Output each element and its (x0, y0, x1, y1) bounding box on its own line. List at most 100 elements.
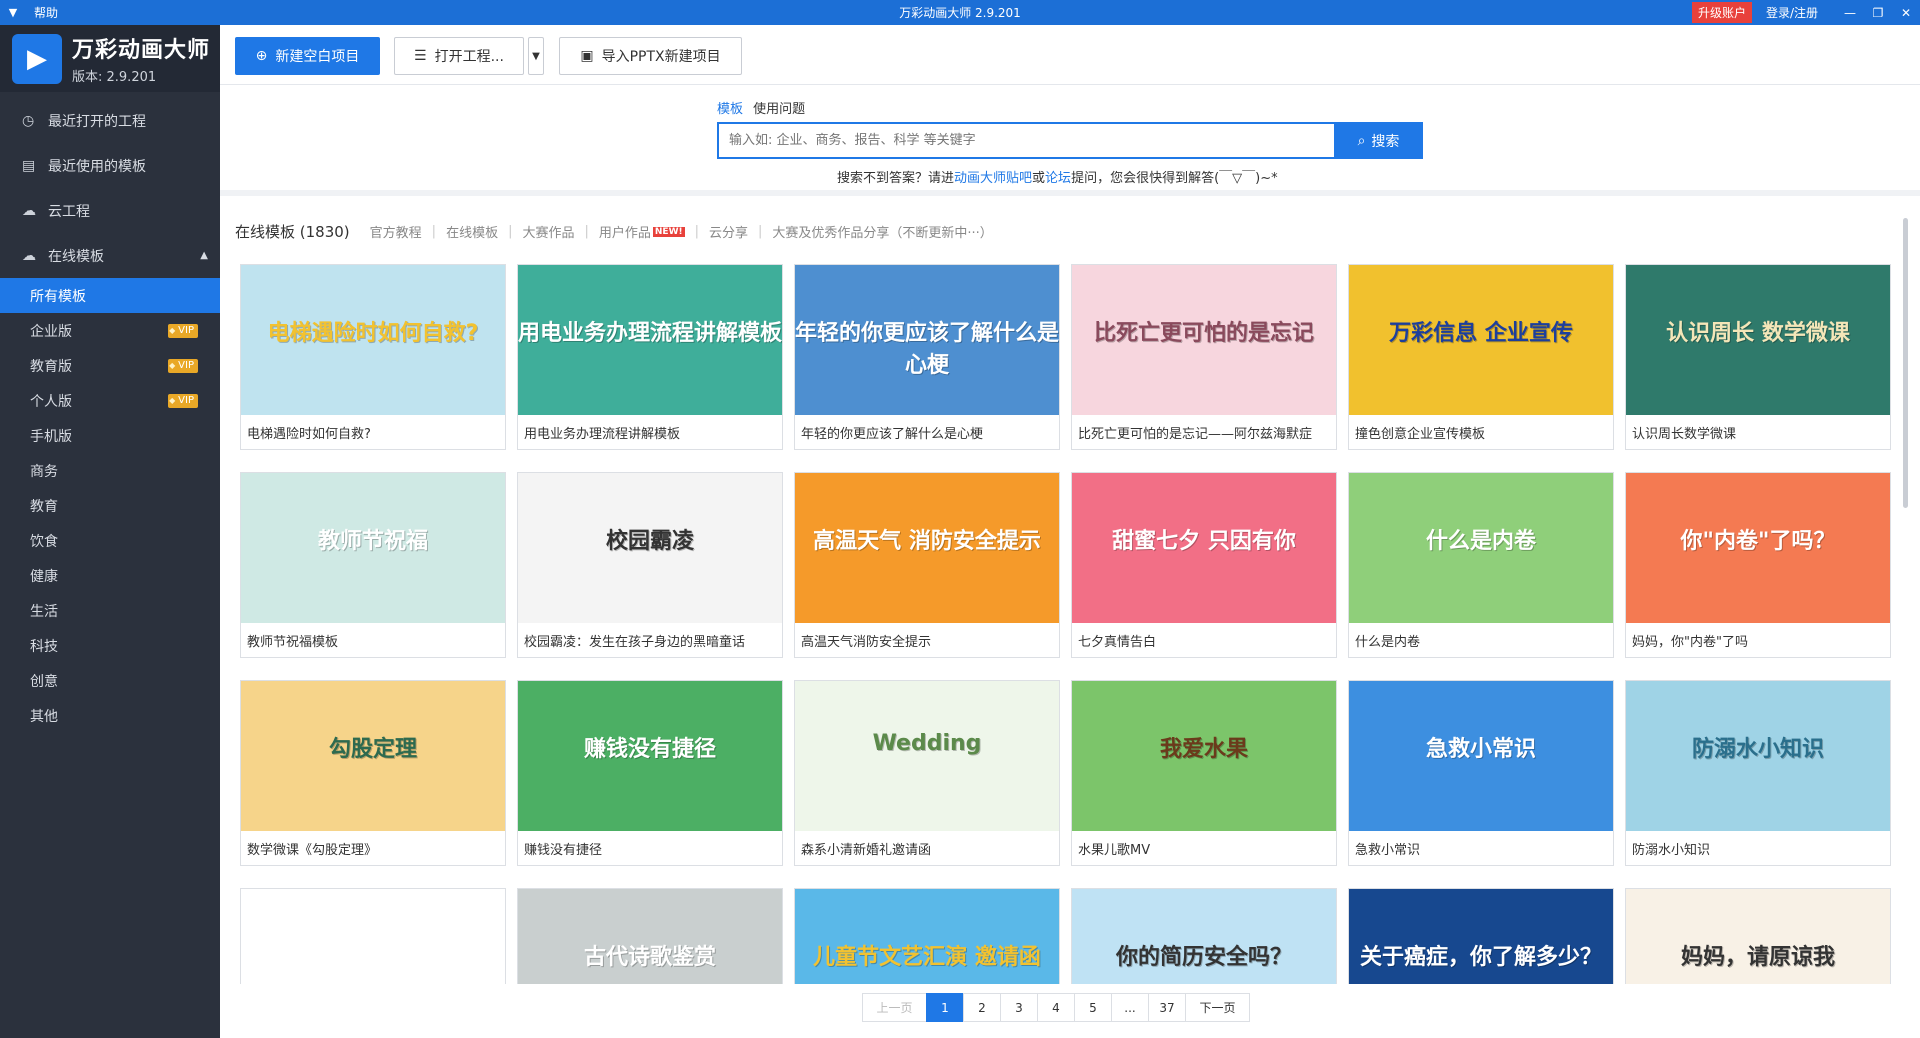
template-thumbnail[interactable]: 古代诗歌鉴赏 (518, 889, 782, 984)
minimize-icon[interactable]: — (1836, 6, 1864, 20)
tieba-link[interactable]: 动画大师贴吧 (954, 171, 1032, 186)
sidebar-subitem-education[interactable]: 教育 (0, 488, 220, 523)
import-pptx-button[interactable]: ▣ 导入PPTX新建项目 (559, 37, 742, 75)
template-thumbnail[interactable]: 年轻的你更应该了解什么是心梗 (795, 265, 1059, 415)
search-input[interactable] (717, 122, 1334, 159)
open-project-button[interactable]: ☰ 打开工程... (394, 37, 524, 75)
search-tab-template[interactable]: 模板 (717, 102, 743, 117)
next-page-button[interactable]: 下一页 (1185, 993, 1250, 1022)
sidebar-subitem-food[interactable]: 饮食 (0, 523, 220, 558)
page-button[interactable]: 3 (1000, 993, 1038, 1022)
template-card[interactable]: 用电业务办理流程讲解模板 用电业务办理流程讲解模板 (517, 264, 783, 450)
template-thumbnail[interactable] (241, 889, 505, 984)
template-card[interactable]: 比死亡更可怕的是忘记 比死亡更可怕的是忘记——阿尔兹海默症 (1071, 264, 1337, 450)
sidebar-subitem-business[interactable]: 商务 (0, 453, 220, 488)
sidebar-subitem-health[interactable]: 健康 (0, 558, 220, 593)
search-button[interactable]: ⌕ 搜索 (1334, 122, 1423, 159)
template-card[interactable]: 防溺水小知识 防溺水小知识 (1625, 680, 1891, 866)
sidebar-subitem-education-edition[interactable]: 教育版 VIP (0, 348, 220, 383)
scrollbar[interactable] (1903, 218, 1908, 508)
tab-online-templates-count[interactable]: 在线模板 (1830) (235, 221, 350, 242)
template-thumbnail[interactable]: 比死亡更可怕的是忘记 (1072, 265, 1336, 415)
template-thumbnail[interactable]: 电梯遇险时如何自救? (241, 265, 505, 415)
sidebar-item-online-templates[interactable]: ☁ 在线模板 ▲ (0, 233, 220, 278)
thumbnail-title: 古代诗歌鉴赏 (583, 945, 716, 970)
tab-cloud-share[interactable]: 云分享 (709, 222, 748, 241)
sidebar-subitem-other[interactable]: 其他 (0, 698, 220, 733)
template-card[interactable]: 你"内卷"了吗？ 妈妈，你"内卷"了吗 (1625, 472, 1891, 658)
tab-contest-share[interactable]: 大赛及优秀作品分享（不断更新中···） (772, 222, 992, 241)
forum-link[interactable]: 论坛 (1045, 171, 1071, 186)
template-thumbnail[interactable]: 你的简历安全吗？ (1072, 889, 1336, 984)
template-thumbnail[interactable]: 教师节祝福 (241, 473, 505, 623)
template-card[interactable] (240, 888, 506, 984)
sidebar-item-recent-projects[interactable]: ◷ 最近打开的工程 (0, 98, 220, 143)
template-card[interactable]: 关于癌症，你了解多少？ (1348, 888, 1614, 984)
template-card[interactable]: 万彩信息 企业宣传 撞色创意企业宣传模板 (1348, 264, 1614, 450)
sidebar-subitem-personal[interactable]: 个人版 VIP (0, 383, 220, 418)
template-card[interactable]: 甜蜜七夕 只因有你 七夕真情告白 (1071, 472, 1337, 658)
sidebar-subitem-creative[interactable]: 创意 (0, 663, 220, 698)
template-card[interactable]: 勾股定理 数学微课《勾股定理》 (240, 680, 506, 866)
sidebar-subitem-tech[interactable]: 科技 (0, 628, 220, 663)
template-thumbnail[interactable]: 急救小常识 (1349, 681, 1613, 831)
template-thumbnail[interactable]: 什么是内卷 (1349, 473, 1613, 623)
template-thumbnail[interactable]: 万彩信息 企业宣传 (1349, 265, 1613, 415)
template-card[interactable]: 古代诗歌鉴赏 (517, 888, 783, 984)
app-menu-icon[interactable]: ▼ (0, 6, 26, 19)
page-button[interactable]: 5 (1074, 993, 1112, 1022)
template-thumbnail[interactable]: 赚钱没有捷径 (518, 681, 782, 831)
template-card[interactable]: 急救小常识 急救小常识 (1348, 680, 1614, 866)
template-card[interactable]: 教师节祝福 教师节祝福模板 (240, 472, 506, 658)
template-thumbnail[interactable]: 儿童节文艺汇演 邀请函 (795, 889, 1059, 984)
tab-contest-works[interactable]: 大赛作品 (522, 222, 574, 241)
open-project-dropdown[interactable]: ▼ (528, 37, 544, 75)
prev-page-button[interactable]: 上一页 (862, 993, 927, 1022)
page-button[interactable]: 37 (1148, 993, 1186, 1022)
template-card[interactable]: 你的简历安全吗？ (1071, 888, 1337, 984)
page-button[interactable]: 4 (1037, 993, 1075, 1022)
template-card[interactable]: Wedding 森系小清新婚礼邀请函 (794, 680, 1060, 866)
sidebar-subitem-mobile[interactable]: 手机版 (0, 418, 220, 453)
sidebar-item-cloud-projects[interactable]: ☁ 云工程 (0, 188, 220, 233)
search-area: 模板 使用问题 ⌕ 搜索 搜索不到答案？请进动画大师贴吧或论坛提问，您会很快得到… (220, 85, 1920, 190)
template-card[interactable]: 电梯遇险时如何自救? 电梯遇险时如何自救? (240, 264, 506, 450)
tab-official-tutorials[interactable]: 官方教程 (370, 222, 422, 241)
template-thumbnail[interactable]: 用电业务办理流程讲解模板 (518, 265, 782, 415)
template-thumbnail[interactable]: 甜蜜七夕 只因有你 (1072, 473, 1336, 623)
template-card[interactable]: 高温天气 消防安全提示 高温天气消防安全提示 (794, 472, 1060, 658)
template-thumbnail[interactable]: 你"内卷"了吗？ (1626, 473, 1890, 623)
template-thumbnail[interactable]: 我爱水果 (1072, 681, 1336, 831)
template-thumbnail[interactable]: 关于癌症，你了解多少？ (1349, 889, 1613, 984)
sidebar-item-recent-templates[interactable]: ▤ 最近使用的模板 (0, 143, 220, 188)
template-card[interactable]: 赚钱没有捷径 赚钱没有捷径 (517, 680, 783, 866)
sidebar-subitem-all-templates[interactable]: 所有模板 (0, 278, 220, 313)
template-card[interactable]: 校园霸凌 校园霸凌：发生在孩子身边的黑暗童话 (517, 472, 783, 658)
new-blank-project-button[interactable]: ⊕ 新建空白项目 (235, 37, 380, 75)
page-button[interactable]: 1 (926, 993, 964, 1022)
sidebar-subitem-enterprise[interactable]: 企业版 VIP (0, 313, 220, 348)
sidebar-subitem-life[interactable]: 生活 (0, 593, 220, 628)
login-register-link[interactable]: 登录/注册 (1766, 4, 1818, 21)
search-tab-faq[interactable]: 使用问题 (753, 102, 805, 117)
template-card[interactable]: 我爱水果 水果儿歌MV (1071, 680, 1337, 866)
template-thumbnail[interactable]: 高温天气 消防安全提示 (795, 473, 1059, 623)
template-card[interactable]: 什么是内卷 什么是内卷 (1348, 472, 1614, 658)
template-thumbnail[interactable]: 校园霸凌 (518, 473, 782, 623)
template-thumbnail[interactable]: 防溺水小知识 (1626, 681, 1890, 831)
template-thumbnail[interactable]: 妈妈，请原谅我 (1626, 889, 1890, 984)
tab-online-templates[interactable]: 在线模板 (446, 222, 498, 241)
page-button[interactable]: 2 (963, 993, 1001, 1022)
template-card[interactable]: 认识周长 数学微课 认识周长数学微课 (1625, 264, 1891, 450)
tab-user-works[interactable]: 用户作品 (599, 222, 651, 241)
template-card[interactable]: 年轻的你更应该了解什么是心梗 年轻的你更应该了解什么是心梗 (794, 264, 1060, 450)
template-thumbnail[interactable]: Wedding (795, 681, 1059, 831)
restore-icon[interactable]: ❐ (1864, 6, 1892, 20)
template-card[interactable]: 儿童节文艺汇演 邀请函 (794, 888, 1060, 984)
template-thumbnail[interactable]: 认识周长 数学微课 (1626, 265, 1890, 415)
upgrade-account-button[interactable]: 升级账户 (1691, 2, 1752, 23)
template-card[interactable]: 妈妈，请原谅我 (1625, 888, 1891, 984)
close-icon[interactable]: ✕ (1892, 6, 1920, 20)
template-thumbnail[interactable]: 勾股定理 (241, 681, 505, 831)
help-menu[interactable]: 帮助 (34, 4, 58, 21)
